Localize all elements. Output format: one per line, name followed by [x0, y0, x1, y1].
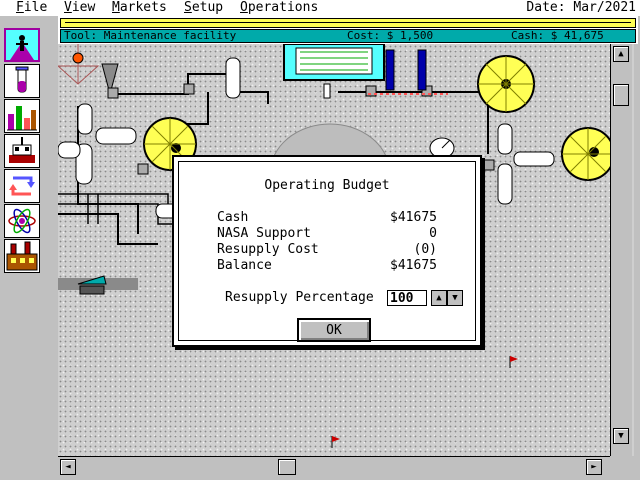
- cash-value: $41675: [390, 210, 437, 225]
- scroll-left-button[interactable]: ◄: [60, 459, 76, 475]
- recycle-arrows-icon: [9, 176, 35, 196]
- test-tube-icon: [15, 66, 29, 93]
- message-line: [60, 18, 636, 28]
- atom-icon: [8, 208, 36, 234]
- landing-pad-icon: [9, 137, 35, 163]
- resupply-increase-button[interactable]: ▲: [431, 290, 447, 306]
- survey-flags: [331, 356, 518, 448]
- dialog-title: Operating Budget: [264, 178, 390, 193]
- resupply-percentage-input[interactable]: [387, 290, 427, 306]
- bar-chart-icon: [7, 106, 37, 131]
- nasa-support-value: 0: [429, 226, 437, 241]
- scroll-down-button[interactable]: ▼: [613, 428, 629, 444]
- horizontal-scroll-thumb[interactable]: [278, 459, 296, 475]
- current-tool-text: Tool: Maintenance facility: [64, 29, 237, 42]
- tool-info-line: Tool: Maintenance facility Cost: $ 1,500…: [60, 29, 636, 43]
- nasa-support-label: NASA Support: [217, 226, 311, 241]
- tool-recycle[interactable]: [4, 169, 40, 203]
- menu-bar: File View Markets Setup Operations Date:…: [0, 0, 640, 16]
- date-display: Date: Mar/2021: [526, 0, 636, 15]
- scroll-right-button[interactable]: ►: [586, 459, 602, 475]
- resupply-decrease-button[interactable]: ▼: [447, 290, 463, 306]
- resupply-cost-value: (0): [413, 242, 437, 257]
- ok-button[interactable]: OK: [297, 318, 371, 342]
- tool-colonist[interactable]: [4, 28, 40, 62]
- tool-reports[interactable]: [4, 99, 40, 133]
- blue-tanks: [385, 49, 427, 91]
- menu-view[interactable]: View: [62, 0, 97, 16]
- menu-file[interactable]: File: [14, 0, 49, 16]
- balance-value: $41675: [390, 258, 437, 273]
- cash-label: Cash: [217, 210, 249, 225]
- mining-rover: [58, 275, 138, 295]
- menu-setup[interactable]: Setup: [182, 0, 225, 16]
- tool-industry[interactable]: [4, 239, 40, 273]
- resupply-percentage-label: Resupply Percentage: [225, 290, 374, 305]
- tool-launch[interactable]: [4, 134, 40, 168]
- colonist-icon: [6, 30, 38, 60]
- horizontal-scrollbar[interactable]: ◄ ►: [58, 456, 610, 476]
- balance-label: Balance: [217, 258, 272, 273]
- tool-power[interactable]: [4, 204, 40, 238]
- factory-icon: [6, 241, 38, 271]
- operating-budget-dialog: Operating Budget Cash $41675 NASA Suppor…: [172, 155, 482, 347]
- vertical-scrollbar[interactable]: ▲ ▼: [610, 44, 632, 456]
- vertical-scroll-thumb[interactable]: [613, 84, 629, 106]
- dialog-frame: Operating Budget Cash $41675 NASA Suppor…: [178, 161, 476, 342]
- menu-operations[interactable]: Operations: [238, 0, 320, 16]
- status-bar: Tool: Maintenance facility Cost: $ 1,500…: [58, 16, 638, 44]
- resupply-cost-label: Resupply Cost: [217, 242, 319, 257]
- cash-text: Cash: $ 41,675: [511, 29, 604, 42]
- menu-markets[interactable]: Markets: [110, 0, 169, 16]
- landing-marker: [58, 44, 100, 85]
- tool-research[interactable]: [4, 64, 40, 98]
- scroll-up-button[interactable]: ▲: [613, 46, 629, 62]
- tool-cost-text: Cost: $ 1,500: [347, 29, 434, 42]
